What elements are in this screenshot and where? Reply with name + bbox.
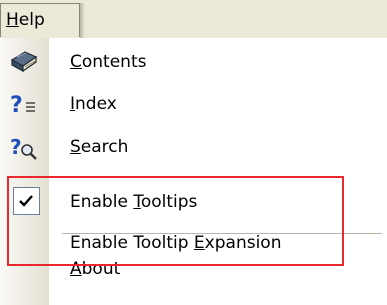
index-label: Index xyxy=(70,83,117,125)
menu-item-contents[interactable]: Contents xyxy=(0,41,387,83)
menu-title-shadow xyxy=(80,3,85,38)
search-label: Search xyxy=(70,126,128,168)
help-rest: elp xyxy=(18,10,45,30)
index-post: ndex xyxy=(75,94,117,114)
help-accel: H xyxy=(6,10,19,30)
svg-text:?: ? xyxy=(10,135,22,159)
help-menu-title[interactable]: Help xyxy=(0,3,80,37)
help-dropdown: Contents ? Index ? Search Enable Tooltip… xyxy=(0,38,387,305)
help-search-icon: ? xyxy=(9,134,39,160)
search-post: earch xyxy=(80,137,129,157)
contents-label: Contents xyxy=(70,41,146,83)
menu-item-index[interactable]: ? Index xyxy=(0,83,387,125)
highlight-box xyxy=(7,176,344,266)
menu-item-search[interactable]: ? Search xyxy=(0,126,387,168)
menu-bar: Help xyxy=(0,0,387,38)
book-icon xyxy=(9,49,39,75)
help-menu-screen: Help Contents ? Index ? Search Enable To… xyxy=(0,0,387,305)
search-accel: S xyxy=(70,137,81,157)
svg-text:?: ? xyxy=(10,93,23,117)
help-index-icon: ? xyxy=(9,91,39,118)
contents-accel: C xyxy=(70,52,82,72)
contents-post: ontents xyxy=(81,52,147,72)
